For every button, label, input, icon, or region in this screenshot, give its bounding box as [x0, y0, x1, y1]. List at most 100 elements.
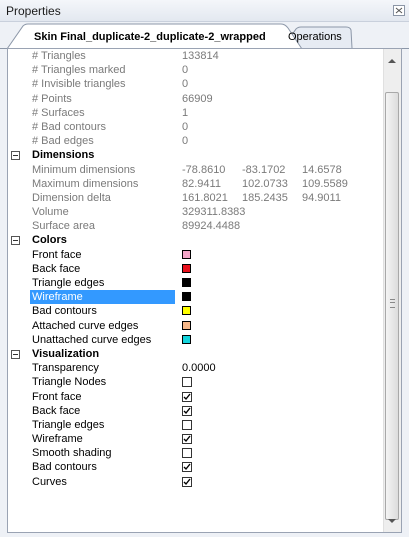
property-value: 0: [182, 78, 189, 91]
property-label: Back face: [32, 262, 81, 275]
tab-strip: Skin Final_duplicate-2_duplicate-2_wrapp…: [0, 22, 409, 49]
property-row-minimum-dimensions[interactable]: Minimum dimensions -78.8610 -83.1702 14.…: [8, 163, 385, 177]
property-row-maximum-dimensions[interactable]: Maximum dimensions 82.9411 102.0733 109.…: [8, 177, 385, 191]
category-label: Colors: [32, 234, 67, 247]
property-label: Bad contours: [32, 305, 97, 318]
property-row-front-face-visible[interactable]: Front face: [8, 390, 385, 404]
vertical-scrollbar[interactable]: [383, 49, 401, 532]
property-label: Minimum dimensions: [32, 163, 136, 176]
property-row-dimension-delta[interactable]: Dimension delta 161.8021 185.2435 94.901…: [8, 191, 385, 205]
category-visualization[interactable]: Visualization: [8, 347, 385, 361]
property-row-triangle-edges-color[interactable]: Triangle edges: [8, 276, 385, 290]
property-label: Maximum dimensions: [32, 177, 139, 190]
color-swatch[interactable]: [182, 278, 191, 287]
category-label: Visualization: [32, 347, 100, 360]
property-row-attached-curve-edges-color[interactable]: Attached curve edges: [8, 319, 385, 333]
color-swatch[interactable]: [182, 263, 191, 273]
property-row-wireframe-color[interactable]: Wireframe: [8, 290, 385, 305]
property-label: Volume: [32, 206, 69, 219]
collapse-icon[interactable]: [11, 236, 20, 246]
scrollbar-thumb[interactable]: [385, 92, 399, 520]
checkbox[interactable]: [182, 419, 192, 430]
color-swatch[interactable]: [182, 292, 191, 302]
checkbox[interactable]: [182, 434, 192, 445]
checkbox[interactable]: [182, 391, 192, 402]
property-label: Front face: [32, 248, 82, 261]
color-swatch[interactable]: [182, 249, 191, 259]
checkmark-icon: [183, 478, 191, 485]
property-value-x: 82.9411: [182, 177, 221, 190]
property-label: Transparency: [32, 362, 99, 375]
checkbox[interactable]: [182, 448, 192, 459]
property-value: 66909: [182, 92, 213, 105]
checkmark-icon: [183, 393, 191, 400]
property-row-triangles[interactable]: # Triangles 133814: [8, 49, 385, 63]
property-row-front-face-color[interactable]: Front face: [8, 248, 385, 262]
property-row-triangles-marked[interactable]: # Triangles marked 0: [8, 63, 385, 77]
property-row-back-face-visible[interactable]: Back face: [8, 404, 385, 418]
color-swatch[interactable]: [182, 334, 191, 344]
property-row-curves[interactable]: Curves: [8, 475, 385, 489]
property-row-wireframe-visible[interactable]: Wireframe: [8, 432, 385, 446]
property-label: Triangle Nodes: [32, 376, 107, 389]
property-value-z: 94.9011: [302, 191, 341, 204]
property-row-bad-contours-color[interactable]: Bad contours: [8, 304, 385, 318]
category-colors[interactable]: Colors: [8, 233, 385, 247]
property-label: Wireframe: [32, 433, 83, 446]
window-title: Properties: [6, 4, 61, 18]
transparency-value[interactable]: 0.0000: [182, 361, 216, 375]
property-value: 329311.8383: [182, 206, 246, 219]
property-row-surface-area[interactable]: Surface area 89924.4488: [8, 219, 385, 233]
checkbox[interactable]: [182, 476, 192, 487]
property-label: # Surfaces: [32, 106, 85, 119]
property-grid: # Triangles 133814 # Triangles marked 0 …: [8, 49, 385, 489]
close-icon: [395, 7, 403, 14]
property-row-triangle-nodes[interactable]: Triangle Nodes: [8, 375, 385, 389]
close-button[interactable]: [393, 5, 405, 16]
color-swatch[interactable]: [182, 320, 191, 330]
property-value-y: 185.2435: [242, 191, 288, 204]
title-bar: Properties: [0, 0, 409, 22]
checkbox[interactable]: [182, 405, 192, 416]
checkbox[interactable]: [182, 377, 192, 388]
color-swatch[interactable]: [182, 306, 191, 316]
property-value: 133814: [182, 50, 219, 62]
property-value-z: 109.5589: [302, 177, 348, 190]
checkmark-icon: [183, 407, 191, 414]
category-dimensions[interactable]: Dimensions: [8, 148, 385, 162]
property-row-unattached-curve-edges-color[interactable]: Unattached curve edges: [8, 333, 385, 347]
property-grid-panel: # Triangles 133814 # Triangles marked 0 …: [7, 48, 402, 533]
property-row-invisible-triangles[interactable]: # Invisible triangles 0: [8, 77, 385, 91]
scroll-up-icon[interactable]: [388, 59, 396, 63]
property-row-surfaces[interactable]: # Surfaces 1: [8, 106, 385, 120]
property-label: # Invisible triangles: [32, 78, 126, 91]
property-label: Curves: [32, 475, 67, 488]
scroll-down-icon[interactable]: [388, 519, 396, 523]
property-row-smooth-shading[interactable]: Smooth shading: [8, 446, 385, 460]
property-row-bad-contours[interactable]: # Bad contours 0: [8, 120, 385, 134]
property-row-transparency[interactable]: Transparency 0.0000: [8, 361, 385, 375]
tab-operations[interactable]: Operations: [288, 31, 342, 43]
property-row-points[interactable]: # Points 66909: [8, 92, 385, 106]
property-value-z: 14.6578: [302, 163, 342, 176]
property-value-y: -83.1702: [242, 163, 286, 176]
collapse-icon[interactable]: [11, 349, 20, 359]
property-row-bad-edges[interactable]: # Bad edges 0: [8, 134, 385, 148]
property-value-y: 102.0733: [242, 177, 288, 190]
property-row-bad-contours-visible[interactable]: Bad contours: [8, 460, 385, 474]
property-row-volume[interactable]: Volume 329311.8383: [8, 205, 385, 219]
property-value: 1: [182, 106, 189, 119]
checkmark-icon: [183, 464, 191, 471]
property-label: # Bad edges: [32, 135, 94, 148]
property-row-back-face-color[interactable]: Back face: [8, 262, 385, 276]
property-row-triangle-edges-visible[interactable]: Triangle edges: [8, 418, 385, 432]
tab-skin-final[interactable]: Skin Final_duplicate-2_duplicate-2_wrapp…: [34, 31, 266, 43]
category-label: Dimensions: [32, 149, 95, 162]
property-label-selected: Wireframe: [30, 290, 175, 305]
checkmark-icon: [183, 435, 191, 443]
property-label: Bad contours: [32, 461, 97, 474]
checkbox[interactable]: [182, 462, 192, 473]
property-label: # Bad contours: [32, 120, 106, 133]
property-label: Triangle edges: [32, 418, 105, 431]
collapse-icon[interactable]: [11, 151, 20, 161]
